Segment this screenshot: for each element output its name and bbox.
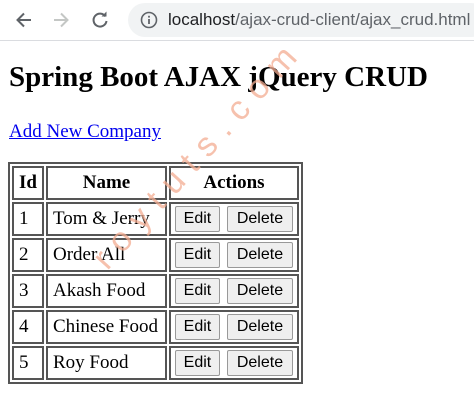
header-name: Name — [45, 166, 167, 200]
url-path: /ajax-crud-client/ajax_crud.html — [235, 10, 471, 29]
page-title: Spring Boot AJAX jQuery CRUD — [9, 61, 428, 93]
table-header-row: Id Name Actions — [12, 166, 299, 200]
row-actions: Edit Delete — [168, 238, 299, 272]
row-name: Akash Food — [45, 274, 167, 308]
table-row: 3 Akash Food Edit Delete — [12, 274, 299, 308]
page-content: Spring Boot AJAX jQuery CRUD Add New Com… — [0, 30, 474, 411]
delete-button[interactable]: Delete — [226, 278, 293, 304]
reload-icon — [92, 11, 108, 28]
row-actions: Edit Delete — [168, 346, 299, 380]
row-name: Order All — [45, 238, 167, 272]
delete-button[interactable]: Delete — [226, 242, 293, 268]
table-row: 5 Roy Food Edit Delete — [12, 346, 299, 380]
row-name: Roy Food — [45, 346, 167, 380]
address-bar[interactable]: localhost/ajax-crud-client/ajax_crud.htm… — [128, 3, 474, 37]
back-button[interactable] — [10, 6, 38, 34]
table-row: 4 Chinese Food Edit Delete — [12, 310, 299, 344]
browser-toolbar: localhost/ajax-crud-client/ajax_crud.htm… — [0, 0, 474, 41]
header-id: Id — [12, 166, 44, 200]
table-row: 1 Tom & Jerry Edit Delete — [12, 202, 299, 236]
companies-table: Id Name Actions 1 Tom & Jerry Edit Delete… — [8, 162, 303, 384]
row-actions: Edit Delete — [168, 274, 299, 308]
edit-button[interactable]: Edit — [174, 206, 220, 232]
delete-button[interactable]: Delete — [226, 350, 293, 376]
arrow-back-icon — [16, 12, 31, 28]
forward-button[interactable] — [47, 6, 75, 34]
header-actions: Actions — [168, 166, 299, 200]
row-id: 5 — [12, 346, 44, 380]
reload-button[interactable] — [86, 6, 114, 34]
arrow-forward-icon — [54, 12, 69, 28]
delete-button[interactable]: Delete — [226, 206, 293, 232]
row-id: 4 — [12, 310, 44, 344]
info-icon[interactable] — [140, 11, 158, 29]
row-actions: Edit Delete — [168, 310, 299, 344]
row-actions: Edit Delete — [168, 202, 299, 236]
edit-button[interactable]: Edit — [174, 278, 220, 304]
row-id: 1 — [12, 202, 44, 236]
row-id: 2 — [12, 238, 44, 272]
delete-button[interactable]: Delete — [226, 314, 293, 340]
row-id: 3 — [12, 274, 44, 308]
url-text: localhost/ajax-crud-client/ajax_crud.htm… — [168, 10, 470, 30]
edit-button[interactable]: Edit — [174, 242, 220, 268]
row-name: Chinese Food — [45, 310, 167, 344]
url-host: localhost — [168, 10, 236, 29]
row-name: Tom & Jerry — [45, 202, 167, 236]
edit-button[interactable]: Edit — [174, 314, 220, 340]
edit-button[interactable]: Edit — [174, 350, 220, 376]
add-new-company-link[interactable]: Add New Company — [9, 121, 161, 143]
table-row: 2 Order All Edit Delete — [12, 238, 299, 272]
